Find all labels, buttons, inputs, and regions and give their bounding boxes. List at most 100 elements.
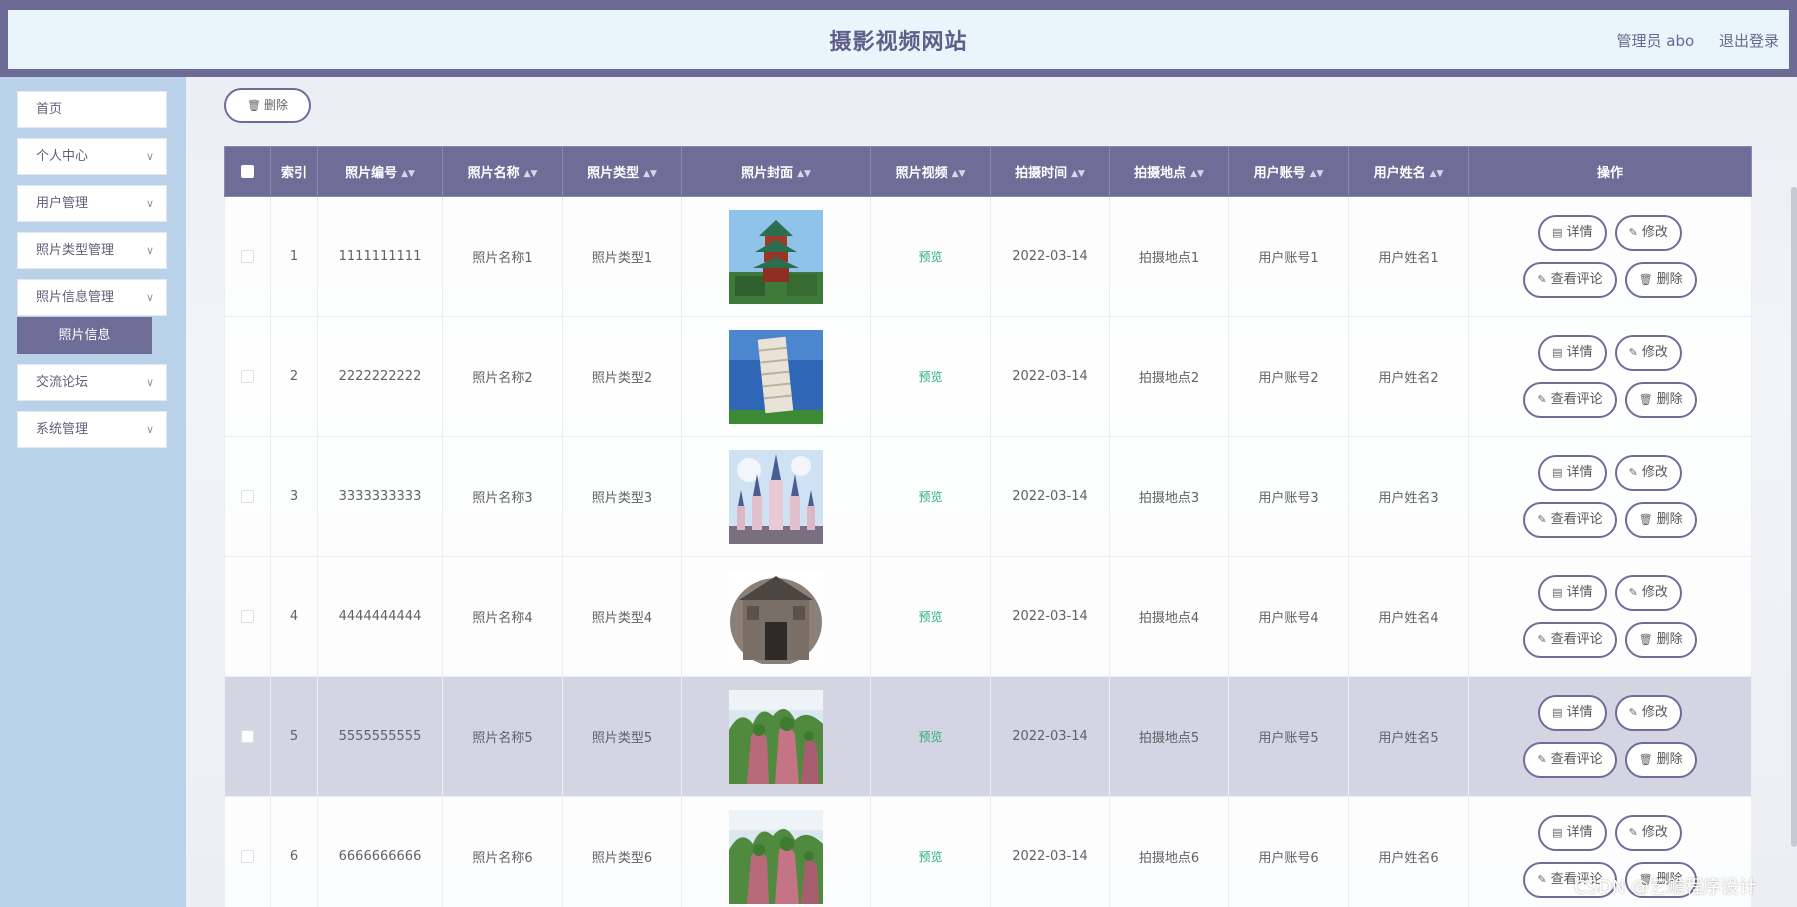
- view-comments-button[interactable]: ✎ 查看评论: [1523, 742, 1617, 778]
- cell-index: 6: [270, 796, 318, 907]
- row-actions: ▤ 详情 ✎ 修改 ✎ 查看评论 🗑 删除: [1469, 575, 1751, 658]
- document-icon: ▤: [1552, 586, 1563, 599]
- sidebar-item-user-management[interactable]: 用户管理 ∨: [17, 185, 167, 222]
- row-checkbox[interactable]: [241, 730, 254, 743]
- sidebar-item-personal-center[interactable]: 个人中心 ∨: [17, 138, 167, 175]
- sort-icon[interactable]: ▲▼: [1430, 169, 1444, 179]
- row-checkbox[interactable]: [241, 850, 254, 863]
- table-row[interactable]: 2 2222222222 照片名称2 照片类型2 预览 2022-03-14 拍摄地点2 用户…: [224, 316, 1752, 437]
- row-select-cell: [224, 196, 271, 317]
- sort-icon[interactable]: ▲▼: [401, 169, 415, 179]
- detail-label: 详情: [1566, 465, 1593, 480]
- table-row[interactable]: 3 3333333333 照片名称3 照片类型3 预览 2022-03-14 拍摄地点3 用户…: [224, 436, 1752, 557]
- row-checkbox[interactable]: [241, 250, 254, 263]
- cell-shoot-place: 拍摄地点2: [1109, 316, 1229, 437]
- detail-label: 详情: [1566, 825, 1593, 840]
- sidebar-item-system-management[interactable]: 系统管理 ∨: [17, 411, 167, 448]
- vertical-scrollbar[interactable]: [1791, 187, 1797, 847]
- detail-button[interactable]: ▤ 详情: [1538, 695, 1607, 731]
- header-user-name[interactable]: 用户姓名 ▲▼: [1348, 146, 1469, 197]
- table-row[interactable]: 1 1111111111 照片名称1 照片类型1 预览 2022-03-14 拍摄地点1 用户…: [224, 196, 1752, 317]
- header-photo-no[interactable]: 照片编号 ▲▼: [317, 146, 443, 197]
- header-photo-video[interactable]: 照片视频 ▲▼: [870, 146, 991, 197]
- view-comments-label: 查看评论: [1550, 272, 1603, 287]
- cell-photo-type: 照片类型1: [562, 196, 682, 317]
- video-preview-link[interactable]: 预览: [918, 610, 942, 624]
- action-row: ▤ 详情 ✎ 修改: [1469, 215, 1751, 251]
- select-all-checkbox[interactable]: [241, 165, 254, 178]
- edit-button[interactable]: ✎ 修改: [1614, 575, 1682, 611]
- row-checkbox[interactable]: [241, 370, 254, 383]
- action-row: ▤ 详情 ✎ 修改: [1469, 815, 1751, 851]
- cell-photo-type: 照片类型6: [562, 796, 682, 907]
- video-preview-link[interactable]: 预览: [918, 250, 942, 264]
- sort-icon[interactable]: ▲▼: [643, 169, 657, 179]
- delete-button[interactable]: 🗑 删除: [1624, 262, 1697, 298]
- row-checkbox[interactable]: [241, 490, 254, 503]
- sidebar-item-label: 首页: [36, 102, 63, 117]
- header-photo-name[interactable]: 照片名称 ▲▼: [442, 146, 563, 197]
- chevron-down-icon: ∨: [145, 150, 154, 163]
- table-header-row: 索引 照片编号 ▲▼ 照片名称 ▲▼ 照片类型 ▲▼ 照片封面 ▲▼ 照片视频 ▲▼ 拍摄…: [224, 146, 1752, 197]
- edit-button[interactable]: ✎ 修改: [1614, 335, 1682, 371]
- sort-icon[interactable]: ▲▼: [797, 169, 811, 179]
- cell-shoot-time: 2022-03-14: [990, 316, 1110, 437]
- edit-button[interactable]: ✎ 修改: [1614, 455, 1682, 491]
- document-icon: ▤: [1552, 826, 1563, 839]
- table-row[interactable]: 6 6666666666 照片名称6 照片类型6 预览 2022-03-14 拍摄地点6 用户…: [224, 796, 1752, 907]
- delete-button[interactable]: 🗑 删除: [1624, 742, 1697, 778]
- pencil-icon: ✎: [1628, 586, 1638, 599]
- sort-icon[interactable]: ▲▼: [952, 169, 966, 179]
- edit-button[interactable]: ✎ 修改: [1614, 695, 1682, 731]
- video-preview-link[interactable]: 预览: [918, 730, 942, 744]
- delete-button[interactable]: 🗑 删除: [1624, 382, 1697, 418]
- header-photo-cover[interactable]: 照片封面 ▲▼: [681, 146, 871, 197]
- view-comments-label: 查看评论: [1550, 752, 1603, 767]
- document-icon: ▤: [1552, 226, 1563, 239]
- row-actions: ▤ 详情 ✎ 修改 ✎ 查看评论 🗑 删除: [1469, 695, 1751, 778]
- header-photo-type[interactable]: 照片类型 ▲▼: [562, 146, 682, 197]
- detail-button[interactable]: ▤ 详情: [1538, 455, 1607, 491]
- edit-button[interactable]: ✎ 修改: [1614, 215, 1682, 251]
- sidebar-item-forum[interactable]: 交流论坛 ∨: [17, 364, 167, 401]
- delete-button[interactable]: 🗑 删除: [1624, 502, 1697, 538]
- view-comments-button[interactable]: ✎ 查看评论: [1523, 382, 1617, 418]
- sort-icon[interactable]: ▲▼: [1071, 169, 1085, 179]
- sort-icon[interactable]: ▲▼: [524, 169, 538, 179]
- video-preview-link[interactable]: 预览: [918, 370, 942, 384]
- logout-link[interactable]: 退出登录: [1719, 32, 1779, 50]
- header-shoot-time[interactable]: 拍摄时间 ▲▼: [990, 146, 1110, 197]
- sort-icon[interactable]: ▲▼: [1310, 169, 1324, 179]
- view-comments-button[interactable]: ✎ 查看评论: [1523, 262, 1617, 298]
- admin-label: 管理员 abo: [1616, 32, 1695, 50]
- video-preview-link[interactable]: 预览: [918, 490, 942, 504]
- sidebar-item-photo-info-management[interactable]: 照片信息管理 ∨: [17, 279, 167, 316]
- watermark: CSDN @艺赡程序设计: [1573, 877, 1757, 898]
- sidebar-item-home[interactable]: 首页: [17, 91, 167, 128]
- header-label: 照片封面: [741, 166, 794, 181]
- edit-label: 修改: [1641, 705, 1668, 720]
- delete-button[interactable]: 🗑 删除: [1624, 622, 1697, 658]
- detail-button[interactable]: ▤ 详情: [1538, 815, 1607, 851]
- sidebar-item-photo-type-management[interactable]: 照片类型管理 ∨: [17, 232, 167, 269]
- header-label: 用户账号: [1253, 166, 1306, 181]
- header-shoot-place[interactable]: 拍摄地点 ▲▼: [1109, 146, 1229, 197]
- header-user-account[interactable]: 用户账号 ▲▼: [1228, 146, 1349, 197]
- table-row[interactable]: 4 4444444444 照片名称4 照片类型4 预览 2022-03-14 拍摄地点4 用户…: [224, 556, 1752, 677]
- row-checkbox[interactable]: [241, 610, 254, 623]
- view-comments-label: 查看评论: [1550, 632, 1603, 647]
- detail-button[interactable]: ▤ 详情: [1538, 335, 1607, 371]
- edit-button[interactable]: ✎ 修改: [1614, 815, 1682, 851]
- sidebar-subitem-photo-info[interactable]: 照片信息: [17, 317, 152, 354]
- view-comments-button[interactable]: ✎ 查看评论: [1523, 502, 1617, 538]
- sort-icon[interactable]: ▲▼: [1190, 169, 1204, 179]
- detail-button[interactable]: ▤ 详情: [1538, 215, 1607, 251]
- table-row[interactable]: 5 5555555555 照片名称5 照片类型5 预览 2022-03-14 拍摄地点5 用户…: [224, 676, 1752, 797]
- batch-delete-button[interactable]: 🗑 删除: [224, 88, 311, 123]
- video-preview-link[interactable]: 预览: [918, 850, 942, 864]
- cell-photo-name: 照片名称6: [442, 796, 563, 907]
- trash-icon: 🗑: [1638, 633, 1653, 646]
- view-comments-button[interactable]: ✎ 查看评论: [1523, 622, 1617, 658]
- cell-photo-cover: [681, 676, 871, 797]
- detail-button[interactable]: ▤ 详情: [1538, 575, 1607, 611]
